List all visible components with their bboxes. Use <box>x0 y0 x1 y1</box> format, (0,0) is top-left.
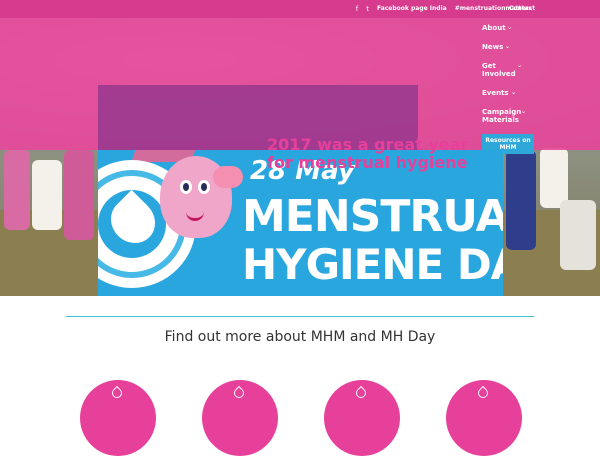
nav-item-events[interactable]: Events ⌄ <box>482 89 540 97</box>
twitter-icon[interactable]: t <box>366 3 369 15</box>
nav-item-label: Get Involved <box>482 62 516 78</box>
hero-headline[interactable]: 2017 was a great year for menstrual hygi… <box>267 136 482 172</box>
drop-icon <box>353 385 369 401</box>
topbar-link-facebook-page[interactable]: Facebook page India <box>377 3 447 15</box>
mascot-eye <box>180 180 192 194</box>
nav-item-get-involved[interactable]: Get Involved ⌄ <box>482 62 522 78</box>
banner-title-line2: HYGIENE DAY <box>242 240 503 289</box>
feature-circle[interactable] <box>80 380 156 456</box>
chevron-down-icon: ⌄ <box>510 89 516 96</box>
chevron-down-icon: ⌄ <box>504 43 510 50</box>
crowd-person <box>560 200 596 270</box>
section-title: Find out more about MHM and MH Day <box>164 329 436 345</box>
nav-item-about[interactable]: About ⌄ <box>482 24 540 32</box>
feature-circle[interactable] <box>446 380 522 456</box>
drop-icon <box>231 385 247 401</box>
crowd-person <box>506 150 536 250</box>
nav-item-label: Events <box>482 89 509 97</box>
feature-circle[interactable] <box>202 380 278 456</box>
crowd-person <box>540 148 568 208</box>
drop-icon <box>475 385 491 401</box>
feature-circle[interactable] <box>324 380 400 456</box>
section-divider <box>66 316 534 317</box>
crowd-person <box>64 150 94 240</box>
nav-item-campaign-materials[interactable]: Campaign Materials ⌄ <box>482 108 526 124</box>
drop-icon <box>109 385 125 401</box>
mascot-pupil <box>201 183 207 191</box>
nav-item-label: About <box>482 24 506 32</box>
crowd-person <box>4 150 30 230</box>
banner-title-line1: MENSTRUAL <box>242 191 503 242</box>
flexed-arm-icon <box>213 166 243 188</box>
chevron-down-icon: ⌄ <box>520 108 526 115</box>
topbar-link-contact[interactable]: Contact <box>509 3 535 15</box>
crowd-person <box>32 160 62 230</box>
mascot-eye <box>198 180 210 194</box>
facebook-icon[interactable]: f <box>356 3 358 15</box>
nav-item-news[interactable]: News ⌄ <box>482 43 540 51</box>
nav-item-label: Campaign Materials <box>482 108 522 124</box>
main-navigation: About ⌄ News ⌄ Get Involved ⌄ Events ⌄ C… <box>482 24 540 135</box>
chevron-down-icon: ⌄ <box>506 24 512 31</box>
topbar: f t Facebook page India #menstruationmat… <box>356 3 532 15</box>
mascot-pupil <box>183 183 189 191</box>
chevron-down-icon: ⌄ <box>516 62 522 69</box>
nav-item-label: News <box>482 43 504 51</box>
